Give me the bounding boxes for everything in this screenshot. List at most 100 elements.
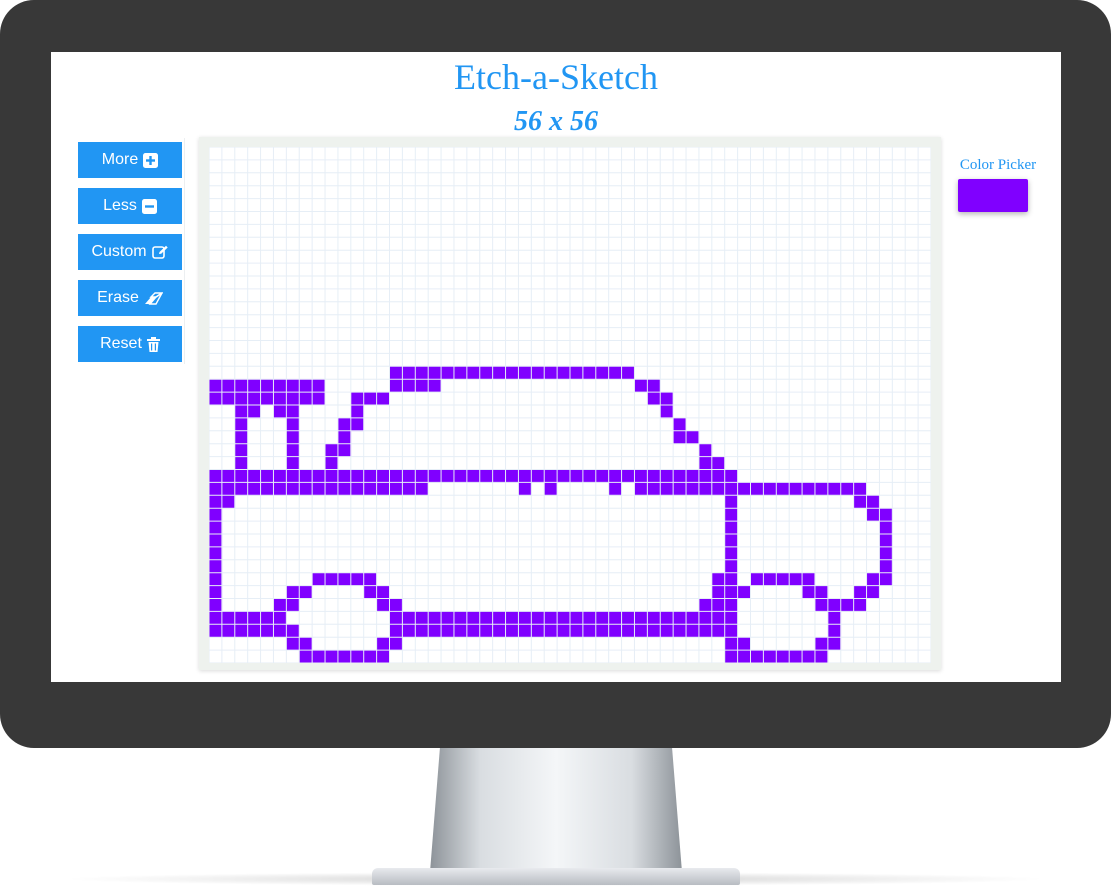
grid-cell-painted[interactable] bbox=[260, 482, 274, 496]
grid-cell-painted[interactable] bbox=[299, 650, 313, 663]
grid-cell-painted[interactable] bbox=[621, 624, 635, 638]
grid-cell-painted[interactable] bbox=[634, 469, 648, 483]
grid-cell-painted[interactable] bbox=[673, 430, 687, 444]
grid-cell-painted[interactable] bbox=[531, 611, 545, 625]
grid-cell-painted[interactable] bbox=[776, 572, 790, 586]
grid-cell-painted[interactable] bbox=[312, 482, 326, 496]
grid-cell-painted[interactable] bbox=[673, 611, 687, 625]
grid-cell-painted[interactable] bbox=[840, 598, 854, 612]
grid-cell-painted[interactable] bbox=[441, 624, 455, 638]
grid-cell-painted[interactable] bbox=[595, 611, 609, 625]
grid-cell-painted[interactable] bbox=[209, 585, 223, 599]
grid-cell-painted[interactable] bbox=[879, 572, 893, 586]
grid-cell-painted[interactable] bbox=[363, 392, 377, 406]
grid-cell-painted[interactable] bbox=[286, 469, 300, 483]
grid-cell-painted[interactable] bbox=[402, 482, 416, 496]
grid-cell-painted[interactable] bbox=[389, 366, 403, 380]
grid-cell-painted[interactable] bbox=[363, 572, 377, 586]
grid-cell-painted[interactable] bbox=[711, 611, 726, 625]
grid-cell-painted[interactable] bbox=[608, 611, 622, 625]
grid-cell-painted[interactable] bbox=[634, 379, 648, 393]
grid-cell-painted[interactable] bbox=[350, 405, 365, 419]
grid-cell-painted[interactable] bbox=[505, 366, 519, 380]
grid-cell-painted[interactable] bbox=[853, 482, 867, 496]
grid-cell-painted[interactable] bbox=[827, 482, 842, 496]
grid-cell-painted[interactable] bbox=[698, 456, 713, 470]
grid-cell-painted[interactable] bbox=[402, 379, 416, 393]
grid-cell-painted[interactable] bbox=[724, 546, 738, 561]
grid-cell-painted[interactable] bbox=[866, 572, 880, 586]
grid-cell-painted[interactable] bbox=[286, 417, 300, 432]
grid-cell-painted[interactable] bbox=[724, 598, 738, 612]
grid-cell-painted[interactable] bbox=[312, 379, 326, 393]
grid-cell-painted[interactable] bbox=[763, 650, 777, 663]
grid-cell-painted[interactable] bbox=[415, 379, 429, 393]
grid-cell-painted[interactable] bbox=[234, 456, 248, 470]
grid-cell-painted[interactable] bbox=[209, 392, 223, 406]
grid-cell-painted[interactable] bbox=[686, 482, 700, 496]
grid-cell-painted[interactable] bbox=[557, 366, 571, 380]
grid-cell-painted[interactable] bbox=[660, 469, 674, 483]
grid-cell-painted[interactable] bbox=[286, 392, 300, 406]
grid-cell-painted[interactable] bbox=[325, 469, 339, 483]
grid-cell-painted[interactable] bbox=[853, 598, 867, 612]
grid-cell-painted[interactable] bbox=[402, 611, 416, 625]
grid-cell-painted[interactable] bbox=[337, 650, 352, 663]
grid-cell-painted[interactable] bbox=[557, 611, 571, 625]
grid-cell-painted[interactable] bbox=[209, 624, 223, 638]
grid-cell-painted[interactable] bbox=[570, 469, 584, 483]
grid-cell-painted[interactable] bbox=[660, 482, 674, 496]
grid-cell-painted[interactable] bbox=[453, 469, 468, 483]
grid-cell-painted[interactable] bbox=[647, 611, 661, 625]
grid-cell-painted[interactable] bbox=[518, 611, 532, 625]
grid-cell-painted[interactable] bbox=[286, 585, 300, 599]
grid-cell-painted[interactable] bbox=[750, 572, 764, 586]
grid-cell-painted[interactable] bbox=[647, 624, 661, 638]
grid-cell-painted[interactable] bbox=[273, 624, 287, 638]
grid-cell-painted[interactable] bbox=[247, 482, 261, 496]
grid-cell-painted[interactable] bbox=[492, 624, 506, 638]
grid-cell-painted[interactable] bbox=[350, 482, 365, 496]
grid-cell-painted[interactable] bbox=[724, 572, 738, 586]
grid-cell-painted[interactable] bbox=[544, 611, 558, 625]
grid-cell-painted[interactable] bbox=[711, 624, 726, 638]
grid-cell-painted[interactable] bbox=[234, 469, 248, 483]
grid-cell-painted[interactable] bbox=[763, 572, 777, 586]
grid-cell-painted[interactable] bbox=[582, 611, 597, 625]
grid-cell-painted[interactable] bbox=[711, 469, 726, 483]
grid-cell-painted[interactable] bbox=[428, 366, 442, 380]
grid-cell-painted[interactable] bbox=[234, 379, 248, 393]
grid-cell-painted[interactable] bbox=[260, 379, 274, 393]
grid-cell-painted[interactable] bbox=[441, 469, 455, 483]
grid-cell-painted[interactable] bbox=[209, 598, 223, 612]
grid-cell-painted[interactable] bbox=[879, 559, 893, 573]
grid-cell-painted[interactable] bbox=[711, 598, 726, 612]
sketch-grid[interactable] bbox=[209, 147, 931, 663]
grid-cell-painted[interactable] bbox=[273, 379, 287, 393]
grid-cell-painted[interactable] bbox=[453, 366, 468, 380]
grid-cell-painted[interactable] bbox=[660, 405, 674, 419]
grid-cell-painted[interactable] bbox=[570, 366, 584, 380]
grid-cell-painted[interactable] bbox=[686, 611, 700, 625]
grid-cell-painted[interactable] bbox=[402, 366, 416, 380]
grid-cell-painted[interactable] bbox=[698, 611, 713, 625]
grid-cell-painted[interactable] bbox=[686, 469, 700, 483]
grid-cell-painted[interactable] bbox=[209, 482, 223, 496]
grid-cell-painted[interactable] bbox=[299, 379, 313, 393]
grid-cell-painted[interactable] bbox=[350, 650, 365, 663]
grid-cell-painted[interactable] bbox=[350, 392, 365, 406]
grid-cell-painted[interactable] bbox=[673, 417, 687, 432]
grid-cell-painted[interactable] bbox=[621, 611, 635, 625]
grid-cell-painted[interactable] bbox=[247, 611, 261, 625]
grid-cell-painted[interactable] bbox=[711, 482, 726, 496]
grid-cell-painted[interactable] bbox=[466, 624, 481, 638]
grid-cell-painted[interactable] bbox=[711, 572, 726, 586]
grid-cell-painted[interactable] bbox=[595, 624, 609, 638]
grid-cell-painted[interactable] bbox=[209, 611, 223, 625]
grid-cell-painted[interactable] bbox=[273, 611, 287, 625]
grid-cell-painted[interactable] bbox=[853, 495, 867, 509]
grid-cell-painted[interactable] bbox=[866, 495, 880, 509]
grid-cell-painted[interactable] bbox=[531, 624, 545, 638]
grid-cell-painted[interactable] bbox=[273, 405, 287, 419]
grid-cell-painted[interactable] bbox=[299, 469, 313, 483]
